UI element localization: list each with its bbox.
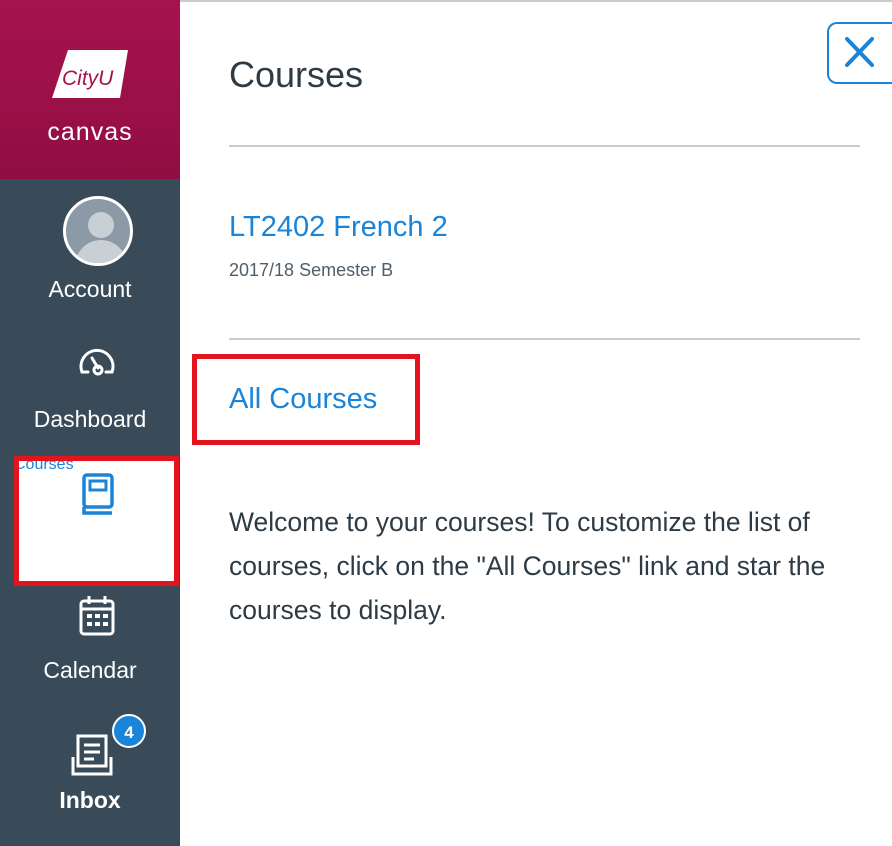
divider-bottom (229, 338, 860, 340)
welcome-message: Welcome to your courses! To customize th… (229, 507, 826, 625)
dashboard-icon (79, 349, 115, 376)
nav-calendar[interactable]: Calendar (0, 595, 180, 695)
close-button[interactable] (827, 22, 892, 84)
course-link[interactable]: LT2402 French 2 (229, 211, 448, 244)
avatar-icon (63, 196, 133, 266)
nav-account-label: Account (48, 276, 132, 302)
nav-courses[interactable]: Courses (14, 456, 179, 586)
tray-title: Courses (229, 54, 364, 95)
course-term: 2017/18 Semester B (229, 260, 394, 280)
inbox-unread-badge: 4 (112, 714, 146, 748)
global-nav: CityU canvas Account Dashboard Courses C… (0, 0, 180, 846)
nav-account[interactable]: Account (0, 190, 180, 310)
cityu-logo-icon: CityU (52, 50, 128, 98)
nav-calendar-label: Calendar (43, 657, 137, 683)
nav-inbox[interactable]: Inbox (0, 725, 180, 835)
close-icon (845, 37, 874, 67)
courses-book-icon (82, 473, 114, 515)
nav-dashboard-label: Dashboard (33, 406, 147, 432)
svg-text:CityU: CityU (62, 67, 114, 90)
brand-logo[interactable]: CityU canvas (0, 0, 180, 179)
all-courses-link[interactable]: All Courses (229, 383, 377, 416)
nav-inbox-label: Inbox (59, 787, 121, 813)
brand-word: canvas (47, 118, 133, 146)
inbox-icon (71, 734, 113, 776)
calendar-icon (79, 596, 115, 636)
nav-dashboard[interactable]: Dashboard (0, 340, 180, 450)
divider-top (229, 145, 860, 147)
